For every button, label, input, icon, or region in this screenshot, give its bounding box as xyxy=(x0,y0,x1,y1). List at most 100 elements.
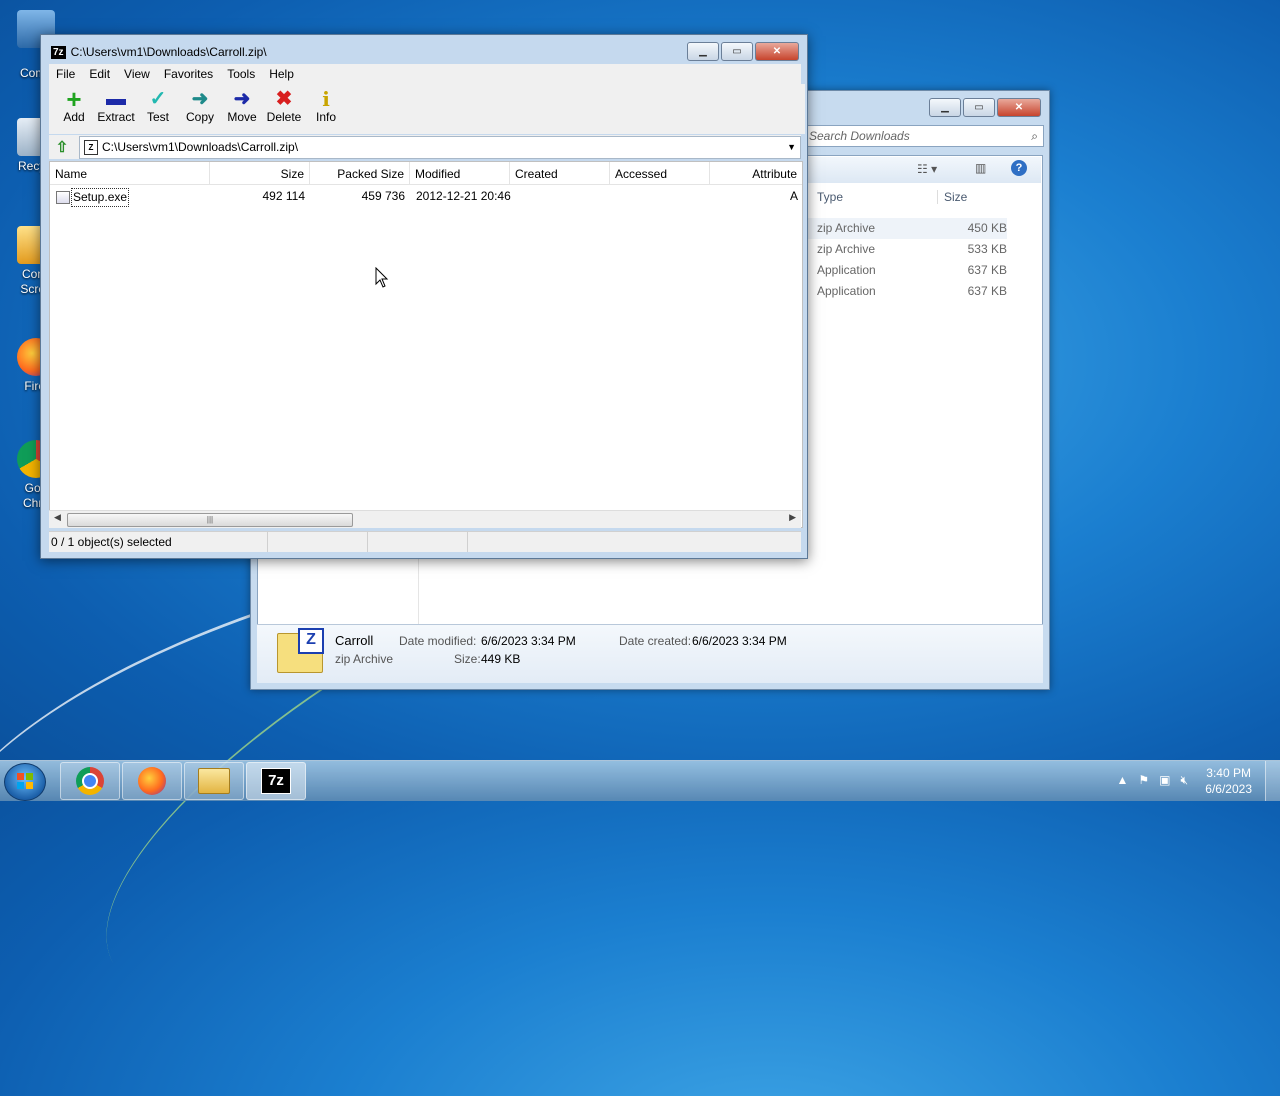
file-size: 637 KB xyxy=(967,263,1007,277)
column-name[interactable]: Name xyxy=(50,162,210,184)
explorer-view-toolbar: ☷ ▾ ▥ ? xyxy=(805,157,1041,183)
column-created[interactable]: Created xyxy=(510,162,610,184)
column-size[interactable]: Size xyxy=(210,162,310,184)
chrome-icon xyxy=(76,767,104,795)
taskbar: 7z ▲ ⚑ ▣ 🔇︎ 3:40 PM 6/6/2023 xyxy=(0,760,1280,801)
details-date-created: 6/6/2023 3:34 PM xyxy=(692,634,787,648)
list-item[interactable]: Application 637 KB xyxy=(807,260,1007,281)
search-placeholder: Search Downloads xyxy=(809,129,910,143)
menu-help[interactable]: Help xyxy=(262,67,301,81)
folder-icon xyxy=(198,768,230,794)
chevron-down-icon[interactable]: ▼ xyxy=(787,137,796,158)
column-headers: Name Size Packed Size Modified Created A… xyxy=(50,162,802,185)
windows-logo-icon xyxy=(17,773,33,789)
preview-pane-icon[interactable]: ▥ xyxy=(975,161,986,175)
address-bar: ⇧ Z C:\Users\vm1\Downloads\Carroll.zip\ … xyxy=(49,135,801,159)
test-icon: ✓ xyxy=(149,88,167,110)
column-size[interactable]: Size xyxy=(937,190,967,204)
menu-view[interactable]: View xyxy=(117,67,157,81)
taskbar-explorer[interactable] xyxy=(184,762,244,800)
copy-button[interactable]: ➜ Copy xyxy=(179,84,221,134)
action-center-icon[interactable]: ⚑ xyxy=(1138,773,1149,788)
details-size: 449 KB xyxy=(481,652,521,666)
explorer-column-headers: Type Size xyxy=(807,187,1039,207)
column-type[interactable]: Type xyxy=(817,190,843,204)
details-label: Date modified: xyxy=(399,634,477,648)
details-pane: Z Carroll zip Archive Date modified: 6/6… xyxy=(257,624,1043,683)
file-type: Application xyxy=(817,263,876,277)
toolbar: + Add ▬ Extract ✓ Test ➜ Copy ➜ Move ✖ D… xyxy=(49,84,805,134)
scroll-left-icon[interactable]: ◀ xyxy=(54,512,61,523)
file-packed-size: 459 736 xyxy=(361,189,405,203)
delete-button[interactable]: ✖ Delete xyxy=(263,84,305,134)
taskbar-chrome[interactable] xyxy=(60,762,120,800)
file-type: Application xyxy=(817,284,876,298)
status-bar: 0 / 1 object(s) selected xyxy=(49,531,801,552)
test-button-label: Test xyxy=(146,110,169,124)
move-icon: ➜ xyxy=(233,88,251,110)
maximize-button[interactable]: ▭ xyxy=(721,42,753,61)
volume-muted-icon[interactable]: 🔇︎ xyxy=(1180,773,1188,788)
status-selection: 0 / 1 object(s) selected xyxy=(49,532,268,552)
up-folder-icon[interactable]: ⇧ xyxy=(53,138,71,156)
copy-button-label: Copy xyxy=(185,110,214,124)
list-item[interactable]: zip Archive 450 KB xyxy=(807,218,1007,239)
horizontal-scrollbar[interactable]: ◀ ||| ▶ xyxy=(49,510,801,528)
scrollbar-thumb[interactable]: ||| xyxy=(67,513,353,527)
close-button[interactable]: ✕ xyxy=(755,42,799,61)
info-button[interactable]: i Info xyxy=(305,84,347,134)
zip-file-icon: Z xyxy=(84,140,98,155)
list-item[interactable]: zip Archive 533 KB xyxy=(807,239,1007,260)
sevenzip-window[interactable]: 7z C:\Users\vm1\Downloads\Carroll.zip\ ▁ … xyxy=(40,34,808,559)
show-hidden-icons-icon[interactable]: ▲ xyxy=(1116,773,1128,788)
help-icon[interactable]: ? xyxy=(1011,160,1027,176)
sevenzip-logo-icon: 7z xyxy=(51,46,66,60)
details-label: Size: xyxy=(454,652,481,666)
minimize-button[interactable]: ▁ xyxy=(687,42,719,61)
search-input[interactable]: Search Downloads ⌕ xyxy=(805,125,1044,147)
address-input[interactable]: Z C:\Users\vm1\Downloads\Carroll.zip\ ▼ xyxy=(79,136,801,159)
file-list[interactable]: Name Size Packed Size Modified Created A… xyxy=(49,161,803,528)
details-label: Date created: xyxy=(619,634,692,648)
extract-button[interactable]: ▬ Extract xyxy=(95,84,137,134)
menu-tools[interactable]: Tools xyxy=(220,67,262,81)
clock-date: 6/6/2023 xyxy=(1205,782,1252,796)
start-button[interactable] xyxy=(4,763,46,801)
explorer-window-controls: ▁ ▭ ✕ xyxy=(929,98,1041,117)
move-button[interactable]: ➜ Move xyxy=(221,84,263,134)
menu-favorites[interactable]: Favorites xyxy=(157,67,220,81)
file-type: zip Archive xyxy=(817,221,876,235)
info-button-label: Info xyxy=(315,110,336,124)
show-desktop-button[interactable] xyxy=(1265,761,1280,801)
maximize-button[interactable]: ▭ xyxy=(963,98,995,117)
move-button-label: Move xyxy=(227,110,257,124)
test-button[interactable]: ✓ Test xyxy=(137,84,179,134)
column-modified[interactable]: Modified xyxy=(410,162,510,184)
window-title: 7z C:\Users\vm1\Downloads\Carroll.zip\ xyxy=(51,43,267,61)
minimize-button[interactable]: ▁ xyxy=(929,98,961,117)
info-icon: i xyxy=(322,87,330,111)
details-date-modified: 6/6/2023 3:34 PM xyxy=(481,634,576,648)
close-button[interactable]: ✕ xyxy=(997,98,1041,117)
file-name[interactable]: Setup.exe xyxy=(71,188,130,207)
taskbar-firefox[interactable] xyxy=(122,762,182,800)
file-type: zip Archive xyxy=(817,242,876,256)
network-icon[interactable]: ▣ xyxy=(1159,773,1170,788)
file-size: 637 KB xyxy=(967,284,1007,298)
delete-button-label: Delete xyxy=(266,110,302,124)
menu-edit[interactable]: Edit xyxy=(82,67,117,81)
file-size: 492 114 xyxy=(262,189,306,203)
clock[interactable]: 3:40 PM 6/6/2023 xyxy=(1205,765,1252,797)
taskbar-7zip[interactable]: 7z xyxy=(246,762,306,800)
view-options-icon[interactable]: ☷ ▾ xyxy=(917,162,937,176)
scroll-right-icon[interactable]: ▶ xyxy=(789,512,796,523)
system-tray: ▲ ⚑ ▣ 🔇︎ xyxy=(1116,773,1188,788)
column-packed-size[interactable]: Packed Size xyxy=(310,162,410,184)
column-accessed[interactable]: Accessed xyxy=(610,162,710,184)
menu-file[interactable]: File xyxy=(49,67,82,81)
column-attributes[interactable]: Attribute xyxy=(710,162,802,184)
list-item[interactable]: Application 637 KB xyxy=(807,281,1007,302)
menu-bar: File Edit View Favorites Tools Help xyxy=(49,64,801,84)
extract-button-label: Extract xyxy=(97,110,135,124)
add-button[interactable]: + Add xyxy=(53,84,95,134)
